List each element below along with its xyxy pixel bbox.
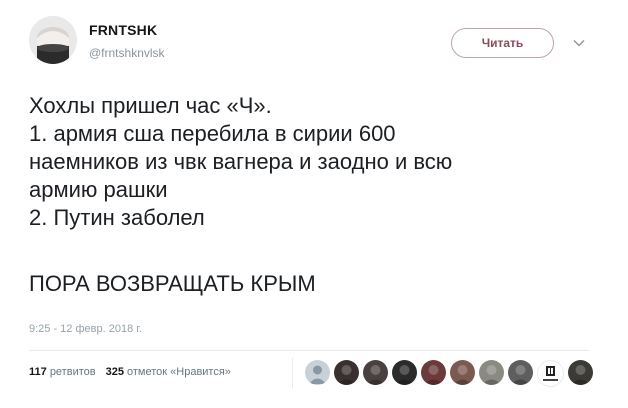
author-avatar[interactable] <box>29 16 77 64</box>
retweet-stat[interactable]: 117 ретвитов <box>29 366 96 378</box>
avatar-dark-icon[interactable] <box>392 360 417 385</box>
follow-button[interactable]: Читать <box>451 28 554 58</box>
retweet-count: 117 <box>29 366 47 378</box>
tweet-line: 2. Путин заболел <box>29 205 205 230</box>
stats-separator <box>292 358 293 388</box>
avatar-dark-icon[interactable] <box>334 360 359 385</box>
like-count: 325 <box>105 366 124 378</box>
avatar-image-icon <box>29 16 77 64</box>
tweet-line: 1. армия сша перебила в сирии 600 <box>29 121 396 146</box>
author-handle[interactable]: @frntshknvlsk <box>89 46 165 60</box>
tweet-text: Хохлы пришел час «Ч». 1. армия сша переб… <box>29 92 609 298</box>
avatar-gray-icon[interactable] <box>508 360 533 385</box>
avatar-logo-icon[interactable] <box>537 360 564 387</box>
chevron-down-icon[interactable] <box>572 36 586 50</box>
like-label: отметок «Нравится» <box>127 366 231 378</box>
avatar-car-icon[interactable] <box>363 360 388 385</box>
tweet-line: Хохлы пришел час «Ч». <box>29 93 272 118</box>
retweet-label: ретвитов <box>49 366 96 378</box>
tweet-line: ПОРА ВОЗВРАЩАТЬ КРЫМ <box>29 271 316 296</box>
like-stat[interactable]: 325 отметок «Нравится» <box>106 366 231 378</box>
tweet-stats: 117 ретвитов 325 отметок «Нравится» <box>29 366 231 378</box>
tweet-line: наемников из чвк вагнера и заодно и всю <box>29 149 453 174</box>
tweet-line: армию рашки <box>29 177 168 202</box>
tweet-timestamp[interactable]: 9:25 - 12 февр. 2018 г. <box>29 323 142 335</box>
avatar-person-icon[interactable] <box>568 360 593 385</box>
avatar-person-icon[interactable] <box>450 360 475 385</box>
default-avatar-icon[interactable] <box>305 360 330 385</box>
liker-avatars <box>305 360 593 387</box>
avatar-animal-icon[interactable] <box>479 360 504 385</box>
divider <box>29 350 589 351</box>
author-name[interactable]: FRNTSHK <box>89 22 157 38</box>
avatar-person-icon[interactable] <box>421 360 446 385</box>
